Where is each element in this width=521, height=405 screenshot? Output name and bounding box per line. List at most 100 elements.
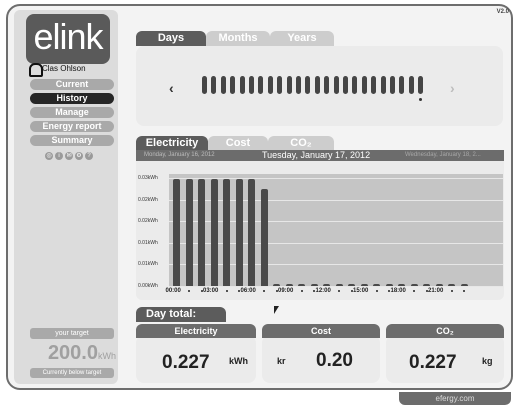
day-pill[interactable] bbox=[258, 76, 264, 94]
day-pill[interactable] bbox=[408, 76, 414, 94]
day-pill[interactable] bbox=[333, 76, 339, 94]
day-pill[interactable] bbox=[418, 76, 424, 94]
day-pill[interactable] bbox=[202, 76, 207, 94]
cost-value: 0.20 bbox=[316, 350, 353, 371]
date-prev-link[interactable]: Monday, January 16, 2012 bbox=[144, 152, 215, 158]
gear-icon[interactable]: ⚙ bbox=[75, 152, 83, 160]
electricity-unit: kWh bbox=[229, 356, 248, 366]
usage-bar[interactable] bbox=[223, 179, 230, 286]
grid-line bbox=[169, 286, 503, 287]
day-pill[interactable] bbox=[296, 76, 301, 94]
nav-energy-report-button[interactable]: Energy report bbox=[30, 121, 114, 132]
day-pill[interactable] bbox=[230, 76, 236, 94]
x-tick-label: 06:00 bbox=[240, 288, 256, 294]
version-label: V2.0 bbox=[496, 9, 509, 15]
help-icon[interactable]: ? bbox=[85, 152, 93, 160]
x-tick-dot bbox=[313, 290, 315, 292]
usage-bar[interactable] bbox=[298, 283, 305, 286]
nav-history-button[interactable]: History bbox=[30, 93, 114, 104]
usage-bar[interactable] bbox=[348, 283, 355, 286]
day-pill[interactable] bbox=[390, 76, 395, 94]
day-pill[interactable] bbox=[343, 76, 348, 94]
day-pill[interactable] bbox=[220, 76, 226, 94]
settings-icon[interactable]: ◎ bbox=[45, 152, 53, 160]
electricity-card-header: Electricity bbox=[136, 324, 256, 338]
target-status: Currently below target bbox=[30, 368, 114, 378]
usage-bar[interactable] bbox=[273, 283, 280, 286]
y-tick-label: 0.03kWh bbox=[138, 175, 158, 182]
usage-bar[interactable] bbox=[360, 283, 368, 286]
day-pill[interactable] bbox=[399, 76, 405, 94]
usage-bar[interactable] bbox=[398, 283, 405, 286]
x-tick-label: 00:00 bbox=[165, 288, 181, 294]
usage-bar[interactable] bbox=[185, 179, 193, 286]
tab-years[interactable]: Years bbox=[270, 31, 334, 46]
usage-bar[interactable] bbox=[235, 179, 243, 286]
info-icon[interactable]: i bbox=[55, 152, 63, 160]
tab-cost[interactable]: Cost bbox=[208, 136, 268, 151]
tab-days[interactable]: Days bbox=[136, 31, 206, 46]
grid-line bbox=[169, 199, 503, 201]
day-pill[interactable] bbox=[305, 76, 311, 94]
day-pill[interactable] bbox=[211, 76, 217, 94]
x-tick-dot bbox=[225, 290, 228, 292]
usage-bar[interactable] bbox=[423, 283, 430, 286]
usage-bar[interactable] bbox=[210, 179, 218, 286]
y-tick-label: 0.02kWh bbox=[138, 218, 158, 225]
x-tick-dot bbox=[275, 290, 278, 292]
x-tick-dot bbox=[388, 290, 390, 292]
usage-bar[interactable] bbox=[248, 179, 255, 286]
day-pill[interactable] bbox=[371, 76, 377, 94]
day-pill[interactable] bbox=[286, 76, 292, 94]
tab-electricity[interactable]: Electricity bbox=[136, 136, 208, 151]
day-pill[interactable] bbox=[324, 76, 330, 94]
day-pill[interactable] bbox=[249, 76, 254, 94]
usage-bar[interactable] bbox=[435, 283, 443, 286]
x-tick-dot bbox=[375, 290, 378, 292]
day-pill[interactable] bbox=[314, 76, 320, 94]
day-pill[interactable] bbox=[239, 76, 245, 94]
tab-co2[interactable]: CO₂ bbox=[268, 136, 334, 151]
usage-bar[interactable] bbox=[373, 283, 380, 286]
usage-bar[interactable] bbox=[448, 283, 455, 286]
chevron-right-icon[interactable]: › bbox=[450, 80, 455, 96]
usage-bar[interactable] bbox=[173, 179, 180, 286]
x-tick-label: 03:00 bbox=[203, 288, 219, 294]
day-pill[interactable] bbox=[277, 76, 283, 94]
usage-bar[interactable] bbox=[323, 283, 330, 286]
grid-line bbox=[169, 242, 503, 244]
x-tick-dot bbox=[463, 290, 465, 292]
day-pill[interactable] bbox=[267, 76, 273, 94]
y-tick-label: 0.00kWh bbox=[138, 283, 158, 289]
usage-bar[interactable] bbox=[198, 179, 205, 286]
nav-summary-button[interactable]: Summary bbox=[30, 135, 114, 146]
usage-bar[interactable] bbox=[460, 283, 468, 286]
day-pill[interactable] bbox=[361, 76, 367, 94]
tab-months[interactable]: Months bbox=[206, 31, 270, 46]
usage-bar[interactable] bbox=[335, 283, 343, 286]
x-tick-dot bbox=[425, 290, 428, 292]
usage-bar[interactable] bbox=[260, 189, 268, 286]
user-icon bbox=[29, 63, 43, 77]
cost-card-header: Cost bbox=[262, 324, 380, 338]
usage-bar[interactable] bbox=[410, 283, 418, 286]
date-next-link[interactable]: Wednesday, January 18, 2... bbox=[405, 152, 481, 158]
co2-card-header: CO₂ bbox=[386, 324, 504, 338]
target-number: 200.0 bbox=[47, 342, 98, 364]
nav-current-button[interactable]: Current bbox=[30, 79, 114, 90]
chevron-left-icon[interactable]: ‹ bbox=[169, 80, 174, 96]
mail-icon[interactable]: ✉ bbox=[65, 152, 73, 160]
efergy-footer-link[interactable]: efergy.com bbox=[399, 392, 511, 405]
target-label: your target bbox=[30, 328, 114, 339]
day-pill[interactable] bbox=[352, 76, 358, 94]
day-pill[interactable] bbox=[380, 76, 386, 94]
co2-value: 0.227 bbox=[409, 352, 457, 373]
y-tick-label: 0.02kWh bbox=[138, 196, 158, 203]
usage-bar[interactable] bbox=[310, 283, 318, 286]
usage-bar[interactable] bbox=[285, 283, 293, 286]
nav-manage-button[interactable]: Manage bbox=[30, 107, 114, 118]
y-tick-label: 0.01kWh bbox=[138, 261, 158, 268]
target-unit: kWh bbox=[98, 351, 116, 361]
usage-bar[interactable] bbox=[385, 283, 393, 286]
x-tick-label: 15:00 bbox=[353, 288, 369, 294]
